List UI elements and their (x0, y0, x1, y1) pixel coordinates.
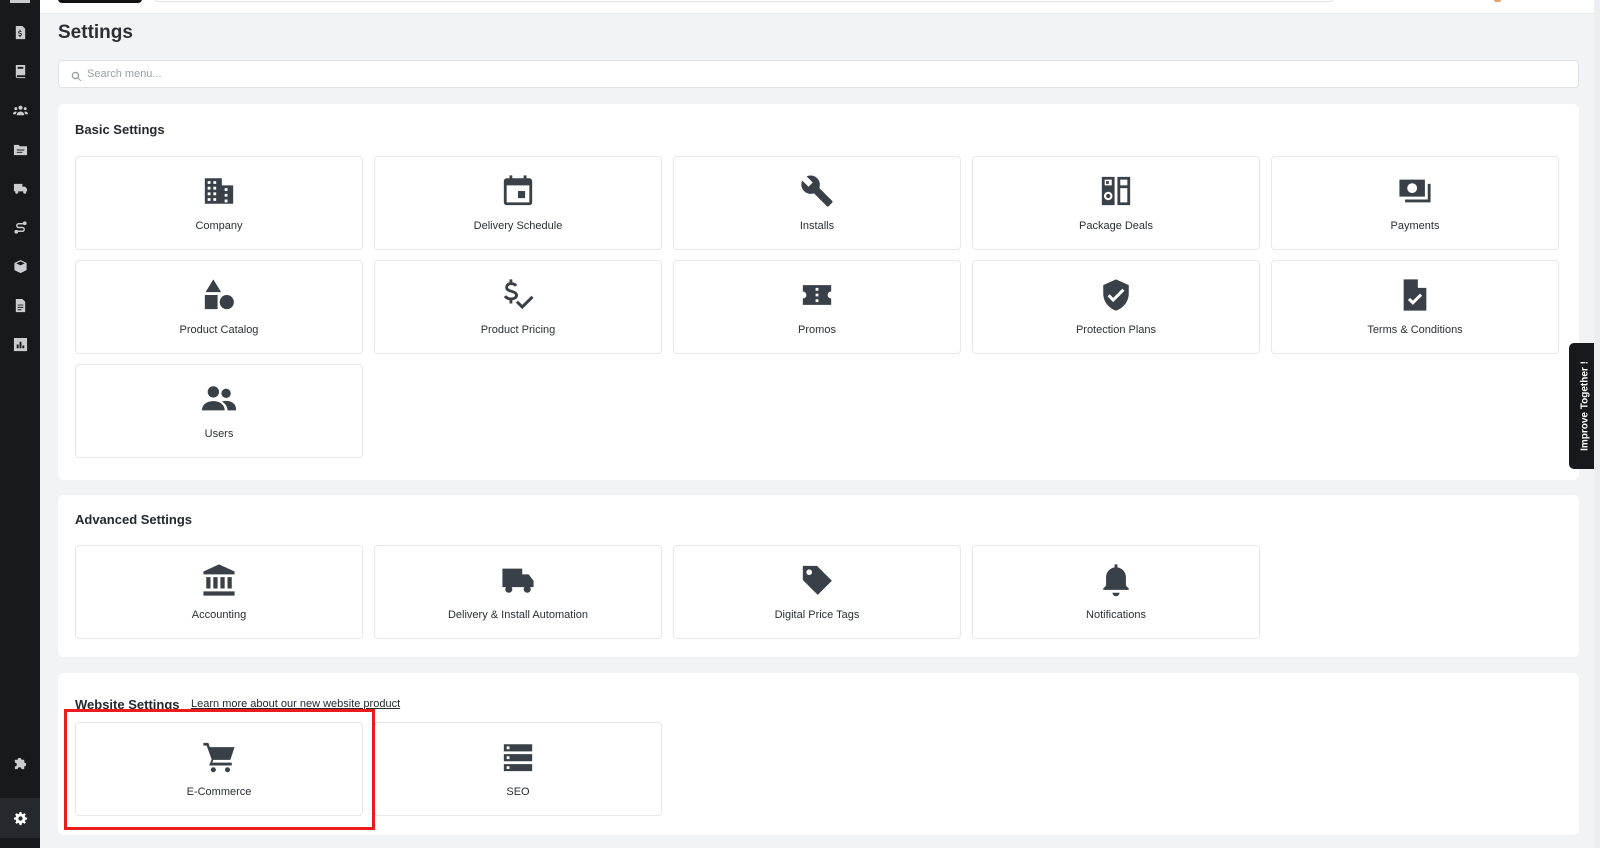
card-label: Product Pricing (480, 324, 556, 336)
card-label: Promos (798, 324, 836, 336)
sidebar-item-catalog[interactable] (10, 61, 30, 81)
sidebar (0, 0, 40, 848)
invoice-icon (15, 25, 25, 39)
advanced-settings-panel: Advanced Settings Accounting Delivery & … (58, 495, 1579, 657)
card-label: E-Commerce (186, 786, 252, 798)
learn-more-link[interactable]: Learn more about our new website product (191, 698, 400, 710)
card-label: Company (195, 220, 243, 232)
card-delivery-schedule[interactable]: Delivery Schedule (374, 156, 662, 250)
gear-icon (13, 811, 27, 825)
card-label: Terms & Conditions (1367, 324, 1463, 336)
page-scrollbar[interactable] (1594, 0, 1600, 848)
list-icon (375, 739, 661, 775)
calendar-icon (375, 173, 661, 209)
cart-icon (76, 739, 362, 775)
section-title-basic: Basic Settings (75, 122, 165, 137)
folder-icon (13, 144, 27, 155)
card-product-pricing[interactable]: Product Pricing (374, 260, 662, 354)
users-icon (76, 381, 362, 417)
search-icon (71, 69, 82, 82)
cash-icon (1272, 173, 1558, 209)
ticket-icon (674, 277, 960, 313)
sidebar-item-routes[interactable] (10, 217, 30, 237)
sidebar-item-invoices[interactable] (10, 22, 30, 42)
card-package-deals[interactable]: Package Deals (972, 156, 1260, 250)
top-bar-button[interactable] (58, 0, 142, 3)
search-bar (58, 60, 1579, 88)
sidebar-item-inventory[interactable] (10, 256, 30, 276)
appliances-icon (973, 173, 1259, 209)
basic-settings-panel: Basic Settings Company Delivery Schedule… (58, 104, 1579, 480)
improve-together-label: Improve Together ! (1579, 361, 1590, 451)
chart-icon (13, 337, 27, 351)
section-title-advanced: Advanced Settings (75, 512, 193, 527)
top-bar-search-field[interactable] (154, 0, 1334, 2)
card-terms-conditions[interactable]: Terms & Conditions (1271, 260, 1559, 354)
shapes-icon (76, 277, 362, 313)
card-users[interactable]: Users (75, 364, 363, 458)
card-promos[interactable]: Promos (673, 260, 961, 354)
box-icon (13, 259, 27, 273)
puzzle-icon (14, 757, 26, 769)
route-icon (13, 220, 27, 234)
card-label: Users (204, 428, 234, 440)
card-label: Digital Price Tags (774, 609, 860, 621)
card-installs[interactable]: Installs (673, 156, 961, 250)
card-protection-plans[interactable]: Protection Plans (972, 260, 1260, 354)
app-logo (10, 0, 30, 3)
top-bar (40, 0, 1600, 14)
tag-icon (674, 562, 960, 598)
sidebar-item-reports[interactable] (10, 334, 30, 354)
building-icon (76, 173, 362, 209)
card-notifications[interactable]: Notifications (972, 545, 1260, 639)
bank-icon (76, 562, 362, 598)
card-digital-price-tags[interactable]: Digital Price Tags (673, 545, 961, 639)
truck-icon (375, 562, 661, 598)
card-e-commerce[interactable]: E-Commerce (75, 722, 363, 816)
website-settings-panel: Website Settings Learn more about our ne… (58, 673, 1579, 835)
sidebar-item-customers[interactable] (10, 100, 30, 120)
sidebar-item-documents[interactable] (10, 295, 30, 315)
file-check-icon (1272, 277, 1558, 313)
card-label: Installs (799, 220, 835, 232)
sidebar-item-deliveries[interactable] (10, 178, 30, 198)
page-title: Settings (58, 22, 133, 43)
card-payments[interactable]: Payments (1271, 156, 1559, 250)
wrench-icon (674, 173, 960, 209)
sidebar-item-settings[interactable] (10, 808, 30, 828)
shield-check-icon (973, 277, 1259, 313)
card-label: SEO (506, 786, 530, 798)
card-label: Accounting (191, 609, 247, 621)
document-icon (15, 298, 25, 312)
search-input[interactable] (87, 64, 1567, 84)
truck-icon (13, 183, 27, 194)
card-delivery-install-automation[interactable]: Delivery & Install Automation (374, 545, 662, 639)
user-avatar[interactable] (1494, 0, 1501, 2)
dollar-check-icon (375, 277, 661, 313)
sidebar-item-files[interactable] (10, 139, 30, 159)
card-label: Package Deals (1079, 220, 1153, 232)
bell-icon (973, 562, 1259, 598)
card-label: Product Catalog (179, 324, 259, 336)
users-icon (12, 105, 28, 115)
card-company[interactable]: Company (75, 156, 363, 250)
card-seo[interactable]: SEO (374, 722, 662, 816)
book-icon (15, 64, 25, 78)
section-title-website: Website Settings (75, 697, 180, 712)
card-label: Delivery & Install Automation (447, 609, 588, 621)
card-label: Payments (1390, 220, 1440, 232)
card-label: Protection Plans (1075, 324, 1157, 336)
card-label: Delivery Schedule (473, 220, 563, 232)
card-label: Notifications (1086, 609, 1146, 621)
card-product-catalog[interactable]: Product Catalog (75, 260, 363, 354)
card-accounting[interactable]: Accounting (75, 545, 363, 639)
sidebar-item-integrations[interactable] (10, 753, 30, 773)
